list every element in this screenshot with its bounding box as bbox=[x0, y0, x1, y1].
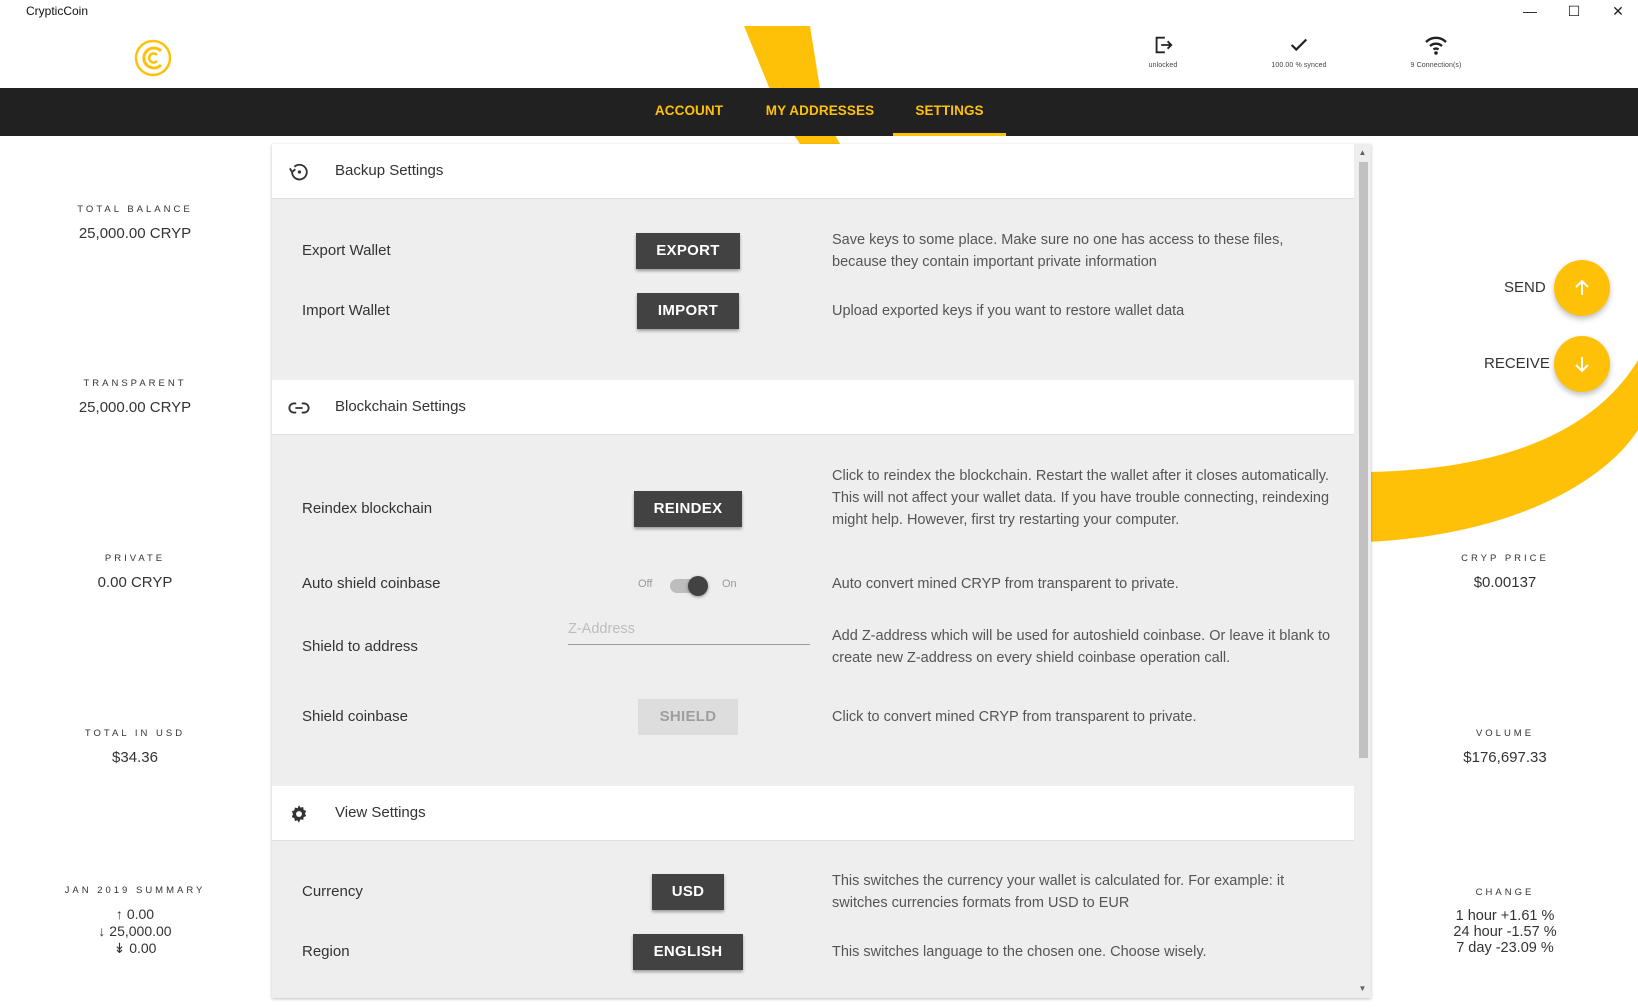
auto-shield-toggle-knob[interactable] bbox=[688, 576, 708, 596]
connections-status: 9 Connection(s) bbox=[1376, 34, 1496, 69]
auto-shield-desc: Auto convert mined CRYP from transparent… bbox=[832, 576, 1179, 592]
connections-status-label: 9 Connection(s) bbox=[1410, 62, 1462, 69]
send-label: SEND bbox=[1504, 279, 1546, 296]
export-button[interactable]: EXPORT bbox=[636, 233, 740, 269]
title-bar: CrypticCoin — ☐ ✕ bbox=[0, 0, 1638, 26]
minimize-button[interactable]: — bbox=[1510, 0, 1550, 22]
summary-stat: JAN 2019 SUMMARY ↑ 0.00 ↓ 25,000.00 ↡ 0.… bbox=[0, 885, 270, 957]
backup-restore-icon bbox=[289, 163, 308, 181]
receive-button[interactable] bbox=[1554, 336, 1610, 392]
reindex-label: Reindex blockchain bbox=[302, 500, 433, 517]
volume-stat: VOLUME $176,697.33 bbox=[1395, 728, 1615, 766]
private-stat: PRIVATE 0.00 CRYP bbox=[0, 553, 270, 591]
view-settings-title: View Settings bbox=[335, 804, 426, 821]
check-icon bbox=[1290, 38, 1308, 52]
currency-desc: This switches the currency your wallet i… bbox=[832, 873, 1285, 911]
backup-settings-title: Backup Settings bbox=[335, 162, 444, 179]
region-label: Region bbox=[302, 943, 350, 960]
total-balance-label: TOTAL BALANCE bbox=[77, 204, 193, 215]
reindex-button[interactable]: REINDEX bbox=[634, 491, 742, 527]
private-label: PRIVATE bbox=[104, 553, 166, 564]
change-7d: 7 day -23.09 % bbox=[1456, 940, 1554, 956]
import-wallet-desc: Upload exported keys if you want to rest… bbox=[832, 303, 1185, 319]
summary-line-up: ↑ 0.00 bbox=[115, 906, 155, 922]
reindex-desc: Click to reindex the blockchain. Restart… bbox=[832, 468, 1330, 528]
total-balance-stat: TOTAL BALANCE 25,000.00 CRYP bbox=[0, 204, 270, 242]
decorative-swoosh-right bbox=[1366, 360, 1638, 542]
tab-my-addresses[interactable]: MY ADDRESSES bbox=[758, 88, 882, 136]
shield-address-desc: Add Z-address which will be used for aut… bbox=[832, 628, 1331, 666]
export-wallet-label: Export Wallet bbox=[302, 242, 391, 259]
sync-status: 100.00 % synced bbox=[1239, 34, 1359, 69]
sync-status-label: 100.00 % synced bbox=[1271, 62, 1327, 69]
wifi-icon bbox=[1425, 36, 1447, 55]
blockchain-settings-title: Blockchain Settings bbox=[335, 398, 466, 415]
transparent-stat: TRANSPARENT 25,000.00 CRYP bbox=[0, 378, 270, 416]
currency-button[interactable]: USD bbox=[652, 874, 724, 910]
region-button[interactable]: ENGLISH bbox=[633, 934, 743, 970]
total-balance-value: 25,000.00 CRYP bbox=[78, 225, 192, 242]
arrow-down-icon: ↓ bbox=[98, 923, 110, 939]
import-wallet-label: Import Wallet bbox=[302, 302, 390, 319]
shield-address-input[interactable] bbox=[568, 613, 810, 645]
change-stat: CHANGE 1 hour +1.61 % 24 hour -1.57 % 7 … bbox=[1395, 887, 1615, 956]
change-1h: 1 hour +1.61 % bbox=[1455, 908, 1555, 924]
volume-label: VOLUME bbox=[1475, 728, 1535, 739]
private-value: 0.00 CRYP bbox=[97, 574, 173, 591]
send-button[interactable] bbox=[1554, 260, 1610, 316]
summary-line-mined: ↡ 0.00 bbox=[113, 940, 157, 956]
logout-icon bbox=[1155, 36, 1173, 54]
toggle-on-label: On bbox=[722, 578, 737, 590]
close-button[interactable]: ✕ bbox=[1598, 0, 1638, 22]
backup-settings-header: Backup Settings bbox=[272, 144, 1354, 199]
summary-line-down: ↓ 25,000.00 bbox=[98, 923, 172, 939]
blockchain-settings-header: Blockchain Settings bbox=[272, 380, 1354, 435]
arrow-up-icon bbox=[1575, 279, 1589, 295]
scroll-down-icon[interactable]: ▼ bbox=[1354, 982, 1371, 996]
tab-settings[interactable]: SETTINGS bbox=[893, 88, 1006, 136]
arrow-down-icon bbox=[1575, 357, 1589, 373]
shield-button[interactable]: SHIELD bbox=[638, 699, 738, 735]
region-desc: This switches language to the chosen one… bbox=[832, 944, 1207, 960]
gear-icon bbox=[291, 805, 307, 823]
transparent-label: TRANSPARENT bbox=[83, 378, 187, 389]
tab-account[interactable]: ACCOUNT bbox=[645, 88, 733, 136]
price-stat: CRYP PRICE $0.00137 bbox=[1395, 553, 1615, 591]
import-button[interactable]: IMPORT bbox=[637, 293, 739, 329]
price-value: $0.00137 bbox=[1473, 574, 1537, 591]
shield-address-label: Shield to address bbox=[302, 638, 418, 655]
shield-coinbase-label: Shield coinbase bbox=[302, 708, 408, 725]
app-title: CrypticCoin bbox=[26, 4, 89, 18]
total-usd-stat: TOTAL IN USD $34.36 bbox=[0, 728, 270, 766]
receive-label: RECEIVE bbox=[1484, 355, 1550, 372]
transparent-value: 25,000.00 CRYP bbox=[78, 399, 192, 416]
auto-shield-label: Auto shield coinbase bbox=[302, 575, 441, 592]
change-label: CHANGE bbox=[1475, 887, 1535, 898]
price-label: CRYP PRICE bbox=[1461, 553, 1549, 564]
lock-status[interactable]: unlocked bbox=[1103, 34, 1223, 69]
crypticcoin-logo-icon bbox=[134, 39, 172, 77]
currency-label: Currency bbox=[302, 883, 363, 900]
export-wallet-desc: Save keys to some place. Make sure no on… bbox=[832, 232, 1284, 270]
maximize-button[interactable]: ☐ bbox=[1554, 0, 1594, 22]
lock-status-label: unlocked bbox=[1148, 62, 1178, 69]
change-24h: 24 hour -1.57 % bbox=[1453, 924, 1557, 940]
view-settings-header: View Settings bbox=[272, 786, 1354, 841]
toggle-off-label: Off bbox=[638, 578, 653, 590]
summary-label: JAN 2019 SUMMARY bbox=[64, 885, 206, 896]
settings-panel: Backup Settings Export Wallet EXPORT Sav… bbox=[272, 144, 1371, 998]
arrow-up-icon: ↑ bbox=[115, 906, 127, 922]
mined-arrow-icon: ↡ bbox=[113, 940, 130, 956]
volume-value: $176,697.33 bbox=[1463, 749, 1547, 766]
total-usd-value: $34.36 bbox=[112, 749, 158, 766]
shield-coinbase-desc: Click to convert mined CRYP from transpa… bbox=[832, 709, 1197, 725]
scrollbar-thumb[interactable] bbox=[1359, 162, 1368, 758]
link-icon bbox=[288, 402, 310, 414]
scroll-up-icon[interactable]: ▲ bbox=[1354, 146, 1371, 160]
main-nav: ACCOUNT MY ADDRESSES SETTINGS bbox=[0, 88, 1638, 136]
total-usd-label: TOTAL IN USD bbox=[84, 728, 186, 739]
